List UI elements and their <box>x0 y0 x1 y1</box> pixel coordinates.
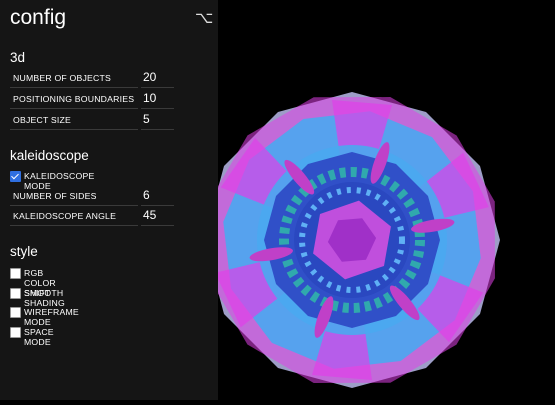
object-size-label: OBJECT SIZE <box>13 115 72 125</box>
positioning-boundaries-label: POSITIONING BOUNDARIES <box>13 94 135 104</box>
wireframe-mode-checkbox[interactable] <box>10 307 21 318</box>
space-mode-checkbox[interactable] <box>10 327 21 338</box>
config-panel: config ⌥ 3d NUMBER OF OBJECTS POSITIONIN… <box>0 0 218 400</box>
positioning-boundaries-input[interactable] <box>141 90 176 106</box>
wireframe-mode-label: WIREFRAME MODE <box>24 307 79 327</box>
divider <box>141 108 174 109</box>
number-of-objects-label: NUMBER OF OBJECTS <box>13 73 112 83</box>
kaleidoscope-angle-input[interactable] <box>141 207 176 223</box>
divider <box>141 129 174 130</box>
divider <box>141 225 174 226</box>
number-of-sides-row: NUMBER OF SIDES <box>10 187 176 206</box>
divider <box>10 108 138 109</box>
space-mode-label: SPACE MODE <box>24 327 54 347</box>
kaleidoscope-render <box>204 92 500 388</box>
smooth-shading-label: SMOOTH SHADING <box>24 288 65 308</box>
kaleidoscope-angle-label: KALEIDOSCOPE ANGLE <box>13 211 117 221</box>
section-title-style: style <box>10 244 38 259</box>
divider <box>10 87 138 88</box>
number-of-objects-input[interactable] <box>141 69 176 85</box>
kaleidoscope-mode-checkbox[interactable] <box>10 171 21 182</box>
section-title-3d: 3d <box>10 50 26 65</box>
rgb-color-shift-checkbox[interactable] <box>10 268 21 279</box>
divider <box>10 225 138 226</box>
kaleidoscope-angle-row: KALEIDOSCOPE ANGLE <box>10 207 176 226</box>
number-of-sides-input[interactable] <box>141 187 176 203</box>
smooth-shading-checkbox[interactable] <box>10 288 21 299</box>
kaleidoscope-canvas[interactable] <box>204 0 555 400</box>
section-title-kaleidoscope: kaleidoscope <box>10 148 89 163</box>
object-size-input[interactable] <box>141 111 176 127</box>
option-key-icon[interactable]: ⌥ <box>195 8 213 28</box>
panel-title: config <box>10 6 67 29</box>
positioning-boundaries-row: POSITIONING BOUNDARIES <box>10 90 176 109</box>
divider <box>10 129 138 130</box>
number-of-sides-label: NUMBER OF SIDES <box>13 191 97 201</box>
divider <box>141 87 174 88</box>
number-of-objects-row: NUMBER OF OBJECTS <box>10 69 176 88</box>
object-size-row: OBJECT SIZE <box>10 111 176 130</box>
divider <box>10 205 138 206</box>
divider <box>141 205 174 206</box>
